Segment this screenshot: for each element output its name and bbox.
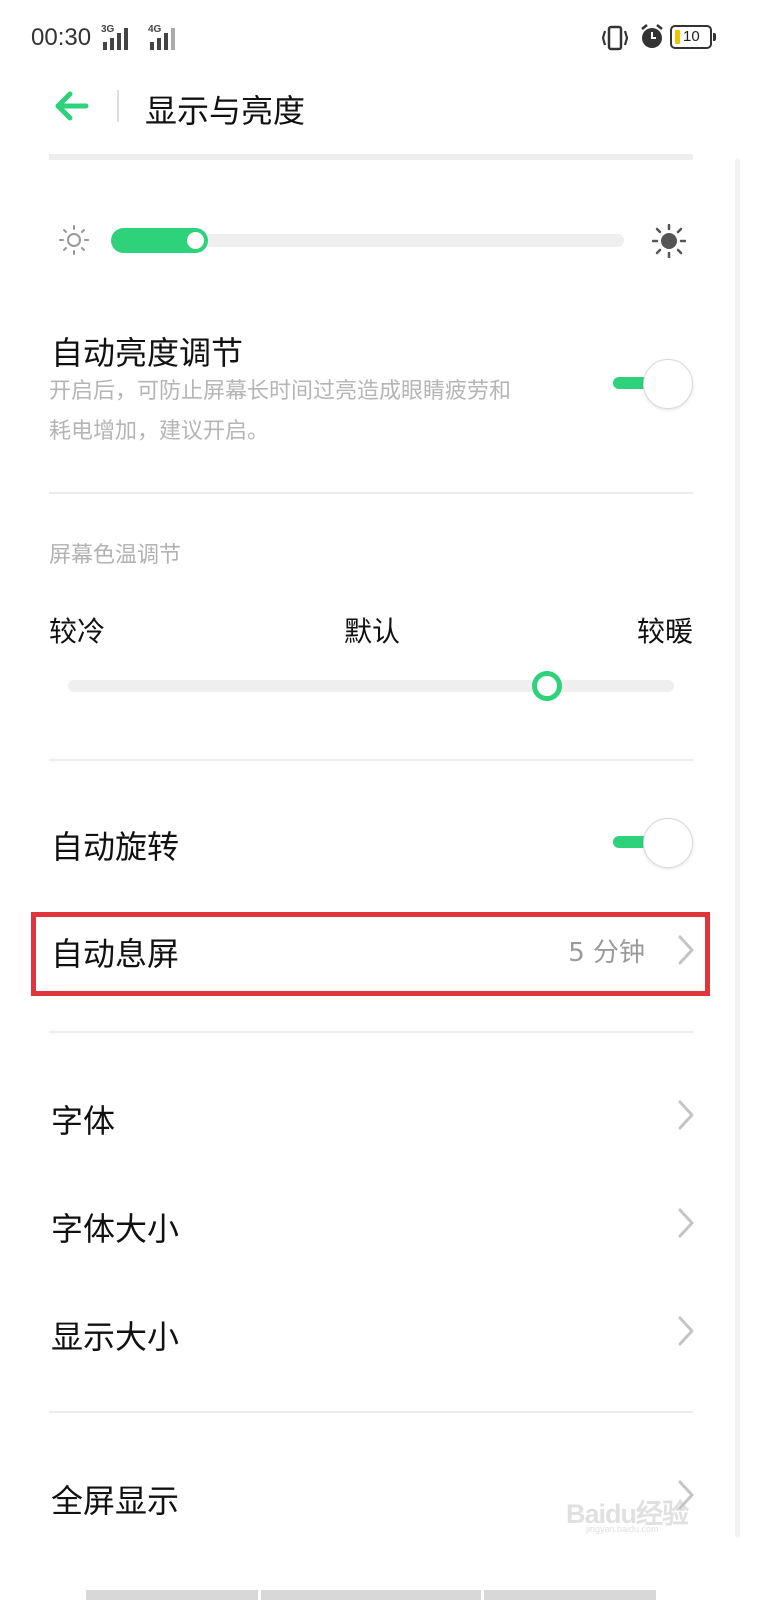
description-line: 耗电增加，建议开启。	[49, 419, 270, 444]
baidu-watermark: Baidu经验 jingyan.baidu.com	[566, 1476, 716, 1536]
battery-icon: 10	[670, 25, 716, 49]
auto-rotate-toggle[interactable]	[613, 818, 693, 868]
status-time: 00:30	[31, 24, 92, 51]
watermark-url: jingyan.baidu.com	[586, 1524, 659, 1534]
sun-outline-icon	[59, 225, 89, 255]
chevron-right-icon	[678, 1100, 694, 1130]
network-type-label: 4G	[148, 24, 162, 35]
chevron-right-icon	[678, 1208, 694, 1238]
alarm-icon	[641, 24, 663, 48]
color-temperature-knob[interactable]	[532, 671, 562, 701]
description-line: 开启后，可防止屏幕长时间过亮造成眼睛疲劳和	[49, 379, 512, 404]
sun-filled-icon	[652, 224, 686, 258]
color-temperature-slider[interactable]	[68, 671, 674, 701]
list-item-font[interactable]: 字体	[0, 1070, 757, 1160]
bottom-edge-bars	[86, 1590, 656, 1600]
auto-brightness-toggle[interactable]	[613, 359, 693, 409]
section-divider	[49, 759, 693, 761]
list-item-label: 显示大小	[51, 1318, 180, 1356]
chevron-right-icon	[678, 1316, 694, 1346]
list-item-label: 字体	[51, 1102, 116, 1140]
auto-brightness-description: 开启后，可防止屏幕长时间过亮造成眼睛疲劳和 耗电增加，建议开启。	[49, 372, 569, 452]
battery-fill	[675, 30, 680, 44]
list-item-label: 字体大小	[51, 1210, 180, 1248]
arrow-left-icon[interactable]	[52, 86, 92, 126]
status-bar: 00:30 3G 4G 10	[0, 0, 757, 76]
fullscreen-title: 全屏显示	[51, 1482, 180, 1520]
auto-rotate-title: 自动旋转	[51, 828, 180, 866]
brightness-knob[interactable]	[187, 232, 204, 249]
brightness-slider[interactable]	[111, 228, 624, 253]
section-divider	[49, 492, 693, 494]
battery-level: 10	[683, 28, 700, 45]
signal-4g-icon: 4G	[148, 24, 180, 50]
page-title: 显示与亮度	[145, 92, 306, 130]
color-temperature-section-label: 屏幕色温调节	[49, 543, 182, 568]
warm-label: 较暖	[637, 615, 694, 648]
section-divider	[49, 1031, 693, 1033]
list-item-font-size[interactable]: 字体大小	[0, 1178, 757, 1268]
header-rule	[49, 154, 693, 160]
cool-label: 较冷	[49, 615, 106, 648]
signal-3g-icon: 3G	[101, 24, 133, 50]
section-divider	[49, 1411, 693, 1413]
vibrate-icon	[601, 25, 629, 51]
highlight-box	[31, 912, 710, 996]
header-divider	[117, 90, 119, 122]
auto-brightness-title: 自动亮度调节	[51, 334, 244, 372]
network-type-label: 3G	[101, 24, 115, 35]
default-label: 默认	[344, 615, 401, 648]
list-item-display-size[interactable]: 显示大小	[0, 1286, 757, 1376]
brightness-fill	[111, 228, 208, 253]
